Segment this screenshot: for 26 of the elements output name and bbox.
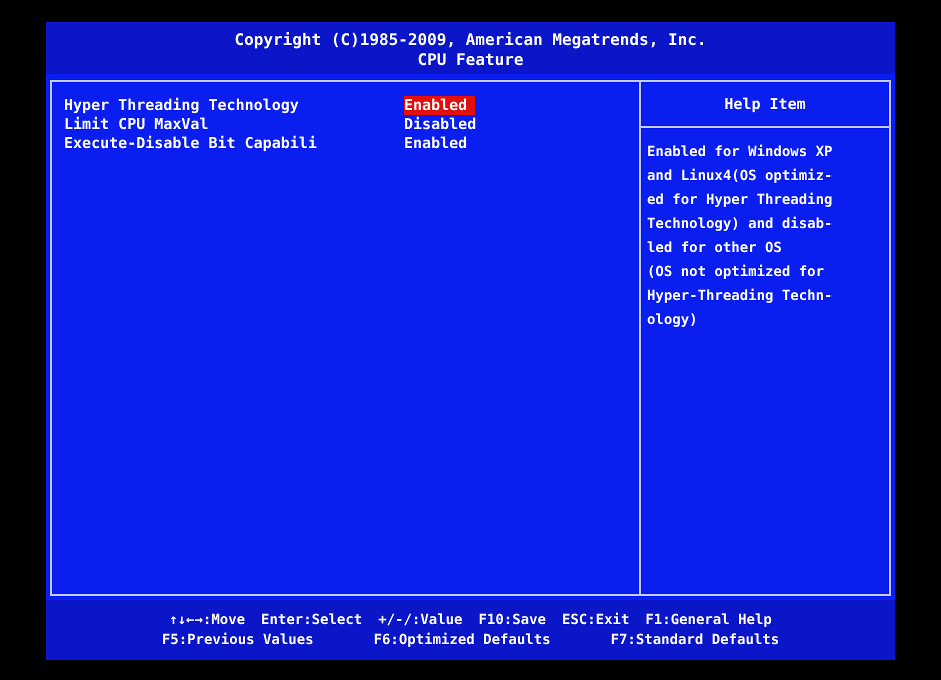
setting-label: Limit CPU MaxVal [64,115,210,134]
page-title: CPU Feature [418,50,524,70]
help-text-line: Enabled for Windows XP [647,143,834,162]
key-hint: F10:Save [478,611,546,630]
setting-value[interactable]: Enabled [404,134,476,153]
key-hint: F1:General Help [645,611,772,630]
key-hint: ↑↓←→:Move [169,611,246,630]
key-hint: ESC:Exit [562,611,630,630]
help-text-line: Technology) and disab- [647,215,834,234]
key-hint: Enter:Select [261,611,362,630]
key-hint: F6:Optimized Defaults [374,631,551,650]
help-text-line: led for other OS [647,239,783,258]
setting-label: Hyper Threading Technology [64,96,300,115]
key-hint: F5:Previous Values [162,631,314,650]
setting-label: Execute-Disable Bit Capabili [64,134,318,153]
help-text-line: and Linux4(OS optimiz- [647,167,834,186]
copyright-text: Copyright (C)1985-2009, American Megatrends, Inc. [234,30,706,50]
help-text-line: (OS not optimized for [647,263,826,282]
help-text-line: ed for Hyper Threading [647,191,834,210]
key-hint: +/-/:Value [378,611,462,630]
help-text-line: ology) [647,311,699,330]
help-text-line: Hyper-Threading Techn- [647,287,834,306]
setting-value[interactable]: Enabled [404,96,476,115]
setting-value[interactable]: Disabled [404,115,484,134]
key-hint: F7:Standard Defaults [610,631,780,650]
help-title: Help Item [724,94,806,115]
